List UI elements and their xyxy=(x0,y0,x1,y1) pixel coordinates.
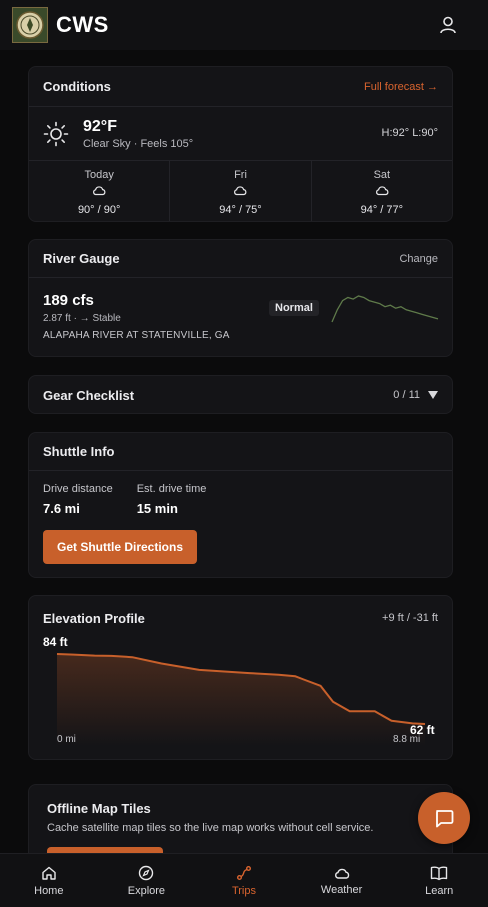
forecast-day-name: Fri xyxy=(234,169,247,181)
nav-trips[interactable]: Trips xyxy=(195,854,293,907)
logo-seal-icon xyxy=(16,11,44,39)
nav-label: Learn xyxy=(425,884,454,897)
offline-title: Offline Map Tiles xyxy=(47,801,151,816)
sun-icon xyxy=(43,121,69,146)
forecast-day: Today 90° / 90° xyxy=(29,161,171,221)
shuttle-header: Shuttle Info xyxy=(29,433,452,471)
drive-distance-value: 7.6 mi xyxy=(43,501,80,516)
gear-checklist-title: Gear Checklist xyxy=(43,387,135,403)
shuttle-title: Shuttle Info xyxy=(43,444,115,459)
home-icon xyxy=(42,866,56,880)
forecast-day-name: Sat xyxy=(373,169,391,181)
drive-distance-label: Drive distance xyxy=(43,483,113,495)
sparkline-line xyxy=(331,295,439,323)
elevation-x-start: 0 mi xyxy=(57,734,76,745)
forecast-temps: 94° / 75° xyxy=(219,204,262,216)
shuttle-info-card: Shuttle Info Drive distance 7.6 mi Est. … xyxy=(28,432,453,578)
nav-label: Home xyxy=(34,884,64,897)
current-temp: 92°F xyxy=(83,117,117,135)
nav-label: Explore xyxy=(127,884,166,897)
nav-label: Trips xyxy=(231,884,256,897)
cloud-icon xyxy=(375,186,389,196)
chevron-down-icon xyxy=(428,391,438,399)
elevation-chart: 84 ft 0 mi 8.8 mi 62 ft xyxy=(43,635,435,746)
forecast-row: Today 90° / 90° Fri 94° / 75° Sat 94° / … xyxy=(29,161,452,221)
nav-weather[interactable]: Weather xyxy=(293,854,391,907)
shuttle-body: Drive distance 7.6 mi Est. drive time 15… xyxy=(29,471,452,576)
shuttle-directions-button[interactable]: Get Shuttle Directions xyxy=(43,530,198,564)
elevation-title: Elevation Profile xyxy=(43,610,145,626)
compass-icon xyxy=(139,865,154,880)
top-bar: CWS xyxy=(0,0,488,50)
river-gauge-card: River Gauge Change 189 cfs 2.87 ft · → S… xyxy=(28,239,453,357)
river-gauge-title: River Gauge xyxy=(43,251,120,266)
hi-lo: H:92° L:90° xyxy=(381,127,439,139)
elevation-min-label: 62 ft xyxy=(410,723,435,737)
forecast-temps: 94° / 77° xyxy=(360,204,404,216)
forecast-temps: 90° / 90° xyxy=(77,204,121,216)
app-logo[interactable] xyxy=(12,7,48,43)
user-icon xyxy=(440,16,456,34)
book-icon xyxy=(430,866,448,880)
drive-time-label: Est. drive time xyxy=(136,483,207,495)
cloud-icon xyxy=(234,186,247,196)
nav-explore[interactable]: Explore xyxy=(98,854,196,907)
app-title: CWS xyxy=(56,12,109,37)
route-icon xyxy=(236,865,251,880)
elevation-max-label: 84 ft xyxy=(43,635,68,649)
full-forecast-link[interactable]: Full forecast → xyxy=(364,81,438,93)
bottom-nav: Home Explore Trips Weather Learn xyxy=(0,853,488,907)
river-gauge-header: River Gauge Change xyxy=(29,240,452,278)
status-badge: Normal xyxy=(269,300,319,316)
nav-home[interactable]: Home xyxy=(0,854,98,907)
nav-label: Weather xyxy=(320,883,363,896)
elevation-area xyxy=(57,654,425,746)
gear-count: 0 / 11 xyxy=(393,389,420,401)
conditions-card: Conditions Full forecast → 92°F Clear Sk… xyxy=(28,66,453,222)
offline-desc: Cache satellite map tiles so the live ma… xyxy=(47,822,374,834)
current-desc: Clear Sky · Feels 105° xyxy=(83,137,194,150)
forecast-day: Sat 94° / 77° xyxy=(312,161,452,221)
profile-button[interactable] xyxy=(438,15,458,35)
cloud-icon xyxy=(334,868,349,879)
forecast-day-name: Today xyxy=(84,169,114,181)
gear-count-wrap: 0 / 11 xyxy=(393,389,438,401)
current-conditions: 92°F Clear Sky · Feels 105° H:92° L:90° xyxy=(29,107,452,161)
cloud-icon xyxy=(93,186,106,196)
gear-checklist-toggle[interactable]: Gear Checklist 0 / 11 xyxy=(29,376,452,413)
conditions-title: Conditions xyxy=(43,79,111,94)
gear-checklist-card[interactable]: Gear Checklist 0 / 11 xyxy=(28,375,453,414)
drive-distance: Drive distance 7.6 mi xyxy=(43,483,113,516)
flow-sparkline xyxy=(331,295,439,323)
nav-learn[interactable]: Learn xyxy=(390,854,488,907)
drive-time-value: 15 min xyxy=(136,501,178,516)
chat-button[interactable] xyxy=(418,792,470,844)
elevation-range: +9 ft / -31 ft xyxy=(382,612,438,624)
conditions-header: Conditions Full forecast → xyxy=(29,67,452,107)
elevation-profile-card: Elevation Profile +9 ft / -31 ft 84 ft 0… xyxy=(28,595,453,760)
change-gauge-link[interactable]: Change xyxy=(399,253,438,265)
station-name: ALAPAHA RIVER AT STATENVILLE, GA xyxy=(43,330,230,341)
chat-icon xyxy=(436,810,454,828)
forecast-day: Fri 94° / 75° xyxy=(170,161,312,221)
gauge-body: 189 cfs 2.87 ft · → Stable ALAPAHA RIVER… xyxy=(29,278,452,356)
drive-time: Est. drive time 15 min xyxy=(137,483,207,516)
